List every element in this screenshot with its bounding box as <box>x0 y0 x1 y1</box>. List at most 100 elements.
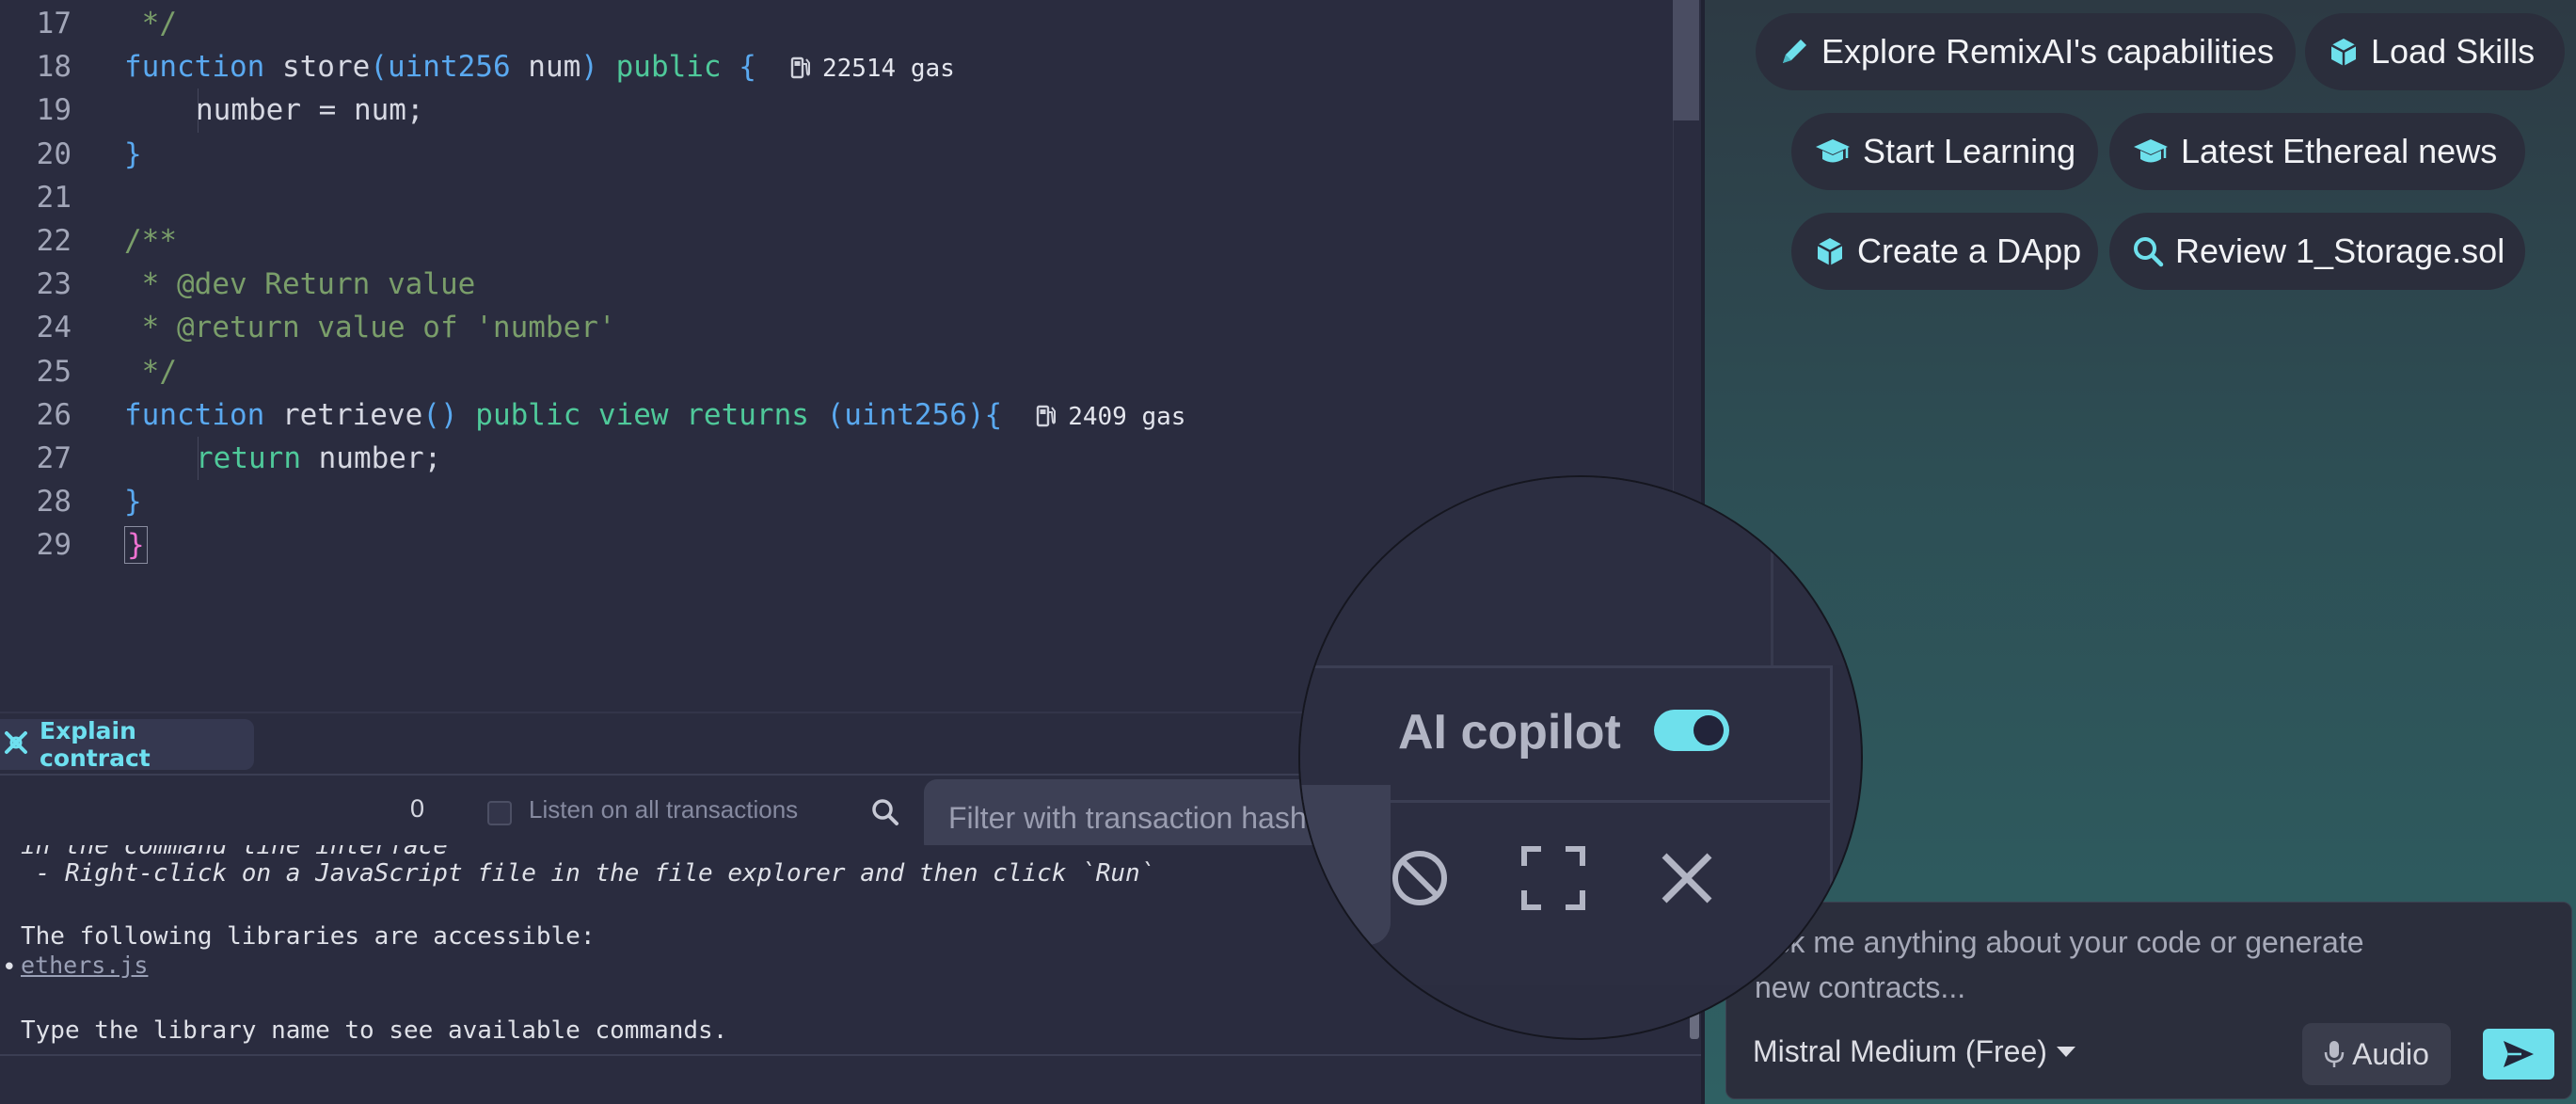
code-text: /** <box>124 219 177 263</box>
code-token: * @return value of 'number' <box>124 311 616 345</box>
code-token: ) <box>580 50 598 85</box>
ai-copilot-toggle[interactable] <box>1654 710 1729 751</box>
code-token: () <box>422 397 458 432</box>
ethers-js-link[interactable]: ethers.js <box>21 952 148 979</box>
line-number: 19 <box>36 93 72 128</box>
code-line[interactable]: 18 function store(uint256 num) public {22… <box>0 45 1675 88</box>
chat-input[interactable] <box>1755 920 2413 1023</box>
code-token: ){ <box>966 397 1003 432</box>
code-token: function <box>124 397 265 432</box>
chip-label: Review 1_Storage.sol <box>2175 232 2505 270</box>
chip-label: Explore RemixAI's capabilities <box>1821 32 2275 71</box>
code-line[interactable]: 20} <box>0 133 1675 176</box>
code-text: */ <box>124 2 177 45</box>
code-line[interactable]: 22 /** <box>0 219 1675 263</box>
code-token: * @dev Return value <box>124 267 476 302</box>
code-text: * @dev Return value <box>124 263 476 306</box>
chip-start-learning[interactable]: Start Learning <box>1791 113 2098 190</box>
chip-create-dapp[interactable]: Create a DApp <box>1791 213 2098 290</box>
code-token: } <box>124 136 142 171</box>
code-text: function store(uint256 num) public {2251… <box>124 45 955 90</box>
audio-button[interactable]: Audio <box>2302 1023 2451 1085</box>
indent-guide <box>198 88 199 133</box>
close-terminal-button[interactable] <box>1645 836 1729 920</box>
terminal-bullet: • <box>2 953 17 982</box>
code-line[interactable]: 27 return number; <box>0 437 1675 480</box>
code-token: uint256 <box>844 397 967 432</box>
indent-guide <box>198 437 199 481</box>
graduation-cap-icon <box>1816 139 1850 163</box>
chip-explore-capabilities[interactable]: Explore RemixAI's capabilities <box>1756 13 2296 90</box>
code-text: } <box>124 480 142 523</box>
code-text: * @return value of 'number' <box>124 306 616 349</box>
clear-terminal-button[interactable] <box>1377 836 1462 920</box>
chip-review-storage[interactable]: Review 1_Storage.sol <box>2109 213 2525 290</box>
listen-all-transactions-checkbox[interactable] <box>487 801 512 825</box>
code-token: */ <box>124 354 177 389</box>
code-line[interactable]: 26 function retrieve() public view return… <box>0 393 1675 437</box>
terminal-line: in the command line interface <box>21 845 448 860</box>
editor-scrollbar[interactable] <box>1673 0 1699 120</box>
code-line[interactable]: 23 * @dev Return value <box>0 263 1675 306</box>
code-token: } <box>124 485 142 520</box>
line-number: 18 <box>36 50 72 85</box>
terminal-input-area[interactable] <box>0 1054 1701 1104</box>
send-button[interactable] <box>2483 1029 2554 1080</box>
pending-tx-count: 0 <box>410 794 425 823</box>
line-number: 29 <box>36 528 72 563</box>
model-select-label: Mistral Medium (Free) <box>1753 1034 2047 1068</box>
model-select[interactable]: Mistral Medium (Free) <box>1753 1034 2075 1069</box>
cube-icon <box>2330 39 2357 66</box>
microphone-icon <box>2324 1041 2345 1067</box>
code-token: retrieve <box>264 397 423 432</box>
code-line[interactable]: 17 */ <box>0 2 1675 45</box>
gas-pump-icon <box>1037 405 1057 426</box>
code-token: ( <box>808 397 845 432</box>
ai-copilot-label: AI copilot <box>1398 705 1621 760</box>
terminal-line: Type the library name to see available c… <box>21 1016 728 1045</box>
line-number: 27 <box>36 441 72 475</box>
explain-contract-button[interactable]: Explain contract <box>0 717 254 772</box>
gas-estimate: 2409 gas <box>1036 403 1185 431</box>
code-token: store <box>264 50 371 85</box>
code-line[interactable]: 25 */ <box>0 350 1675 393</box>
audio-label: Audio <box>2352 1036 2429 1071</box>
code-token: } <box>124 526 148 565</box>
cube-icon <box>1817 238 1843 265</box>
code-token: num <box>510 50 581 85</box>
chat-composer: Mistral Medium (Free) Audio <box>1725 902 2572 1099</box>
chip-load-skills[interactable]: Load Skills <box>2305 13 2565 90</box>
code-token: public <box>597 50 722 85</box>
code-line[interactable]: 21 <box>0 176 1675 219</box>
line-number: 22 <box>36 224 72 258</box>
chip-label: Start Learning <box>1863 132 2076 170</box>
gas-pump-icon <box>790 56 810 79</box>
pencil-icon <box>1783 40 1806 63</box>
code-token: function <box>124 50 265 85</box>
chip-latest-news[interactable]: Latest Ethereal news <box>2109 113 2525 190</box>
chip-label: Load Skills <box>2371 32 2536 71</box>
toggle-knob <box>1693 715 1724 745</box>
code-token: number; <box>300 441 442 475</box>
terminal-line: The following libraries are accessible: <box>21 922 596 951</box>
gas-estimate-label: 2409 gas <box>1068 402 1186 431</box>
maximize-terminal-button[interactable] <box>1511 836 1596 920</box>
ban-icon <box>1392 851 1447 905</box>
gas-estimate: 22514 gas <box>790 55 955 83</box>
code-line[interactable]: 24 * @return value of 'number' <box>0 306 1675 349</box>
code-text: function retrieve() public view returns … <box>124 393 1185 439</box>
magnifier-toolbar: AI copilot <box>1300 665 1833 985</box>
magnifier-editor-area <box>1300 477 1861 665</box>
code-text: number = num; <box>196 88 424 132</box>
code-text: } <box>124 133 142 176</box>
line-number: 26 <box>36 397 72 432</box>
code-line[interactable]: 19 number = num; <box>0 88 1675 132</box>
close-icon <box>1662 853 1712 904</box>
code-token: */ <box>124 7 177 40</box>
line-number: 24 <box>36 311 72 345</box>
code-token: { <box>721 50 756 85</box>
code-token: ( <box>370 50 388 85</box>
chip-label: Create a DApp <box>1857 232 2082 270</box>
code-text: */ <box>124 350 177 393</box>
code-text: } <box>124 523 148 567</box>
